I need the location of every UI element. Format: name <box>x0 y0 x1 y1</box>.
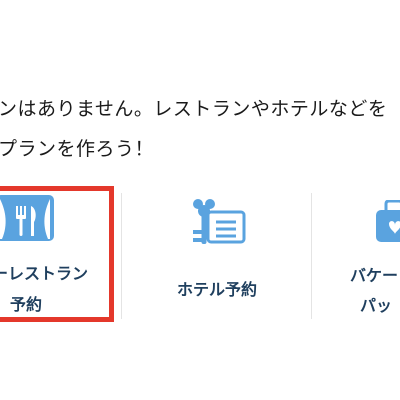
vacation-package-icon <box>376 200 400 242</box>
hotel-key-icon <box>193 199 246 244</box>
divider <box>121 193 122 319</box>
message-line-1: ンはありません。レストランやホテルなどを <box>0 98 388 120</box>
vacation-label-line-2: パッ <box>360 296 393 315</box>
divider <box>311 193 312 319</box>
vacation-package-option[interactable]: バケー パッ <box>316 186 400 324</box>
hotel-reservation-option[interactable]: ホテル予約 <box>126 186 308 324</box>
hotel-label: ホテル予約 <box>176 280 257 299</box>
selection-highlight <box>0 186 114 322</box>
vacation-label-line-1: バケー <box>350 266 399 285</box>
message-line-2: プランを作ろう！ <box>0 138 155 160</box>
